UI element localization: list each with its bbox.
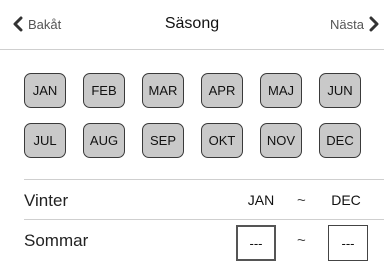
month-button-jun[interactable]: JUN <box>319 73 361 108</box>
month-button-jul[interactable]: JUL <box>24 123 66 158</box>
next-button[interactable]: Nästa <box>330 14 380 34</box>
top-bar: Bakåt Säsong Nästa <box>0 0 384 50</box>
month-button-maj[interactable]: MAJ <box>260 73 302 108</box>
month-grid: JAN FEB MAR APR MAJ JUN JUL AUG SEP OKT … <box>24 73 370 158</box>
month-button-feb[interactable]: FEB <box>83 73 125 108</box>
month-button-aug[interactable]: AUG <box>83 123 125 158</box>
season-row-summer[interactable]: Sommar --- ~ --- <box>0 221 384 261</box>
divider <box>24 219 384 220</box>
next-button-label: Nästa <box>330 16 364 32</box>
season-end-select[interactable]: --- <box>328 225 368 261</box>
month-button-sep[interactable]: SEP <box>142 123 184 158</box>
season-row-winter[interactable]: Vinter JAN ~ DEC <box>0 181 384 219</box>
season-end-value: DEC <box>331 192 361 208</box>
season-start-select[interactable]: --- <box>236 225 276 261</box>
month-button-mar[interactable]: MAR <box>142 73 184 108</box>
month-button-nov[interactable]: NOV <box>260 123 302 158</box>
range-separator: ~ <box>297 232 306 249</box>
month-button-jan[interactable]: JAN <box>24 73 66 108</box>
month-button-apr[interactable]: APR <box>201 73 243 108</box>
season-name: Sommar <box>24 231 89 250</box>
page-title: Säsong <box>164 15 220 32</box>
chevron-right-icon <box>369 16 379 32</box>
month-button-dec[interactable]: DEC <box>319 123 361 158</box>
range-separator: ~ <box>297 192 306 209</box>
season-name: Vinter <box>24 191 69 210</box>
month-button-okt[interactable]: OKT <box>201 123 243 158</box>
divider <box>24 179 384 180</box>
season-start-value: JAN <box>247 192 275 208</box>
